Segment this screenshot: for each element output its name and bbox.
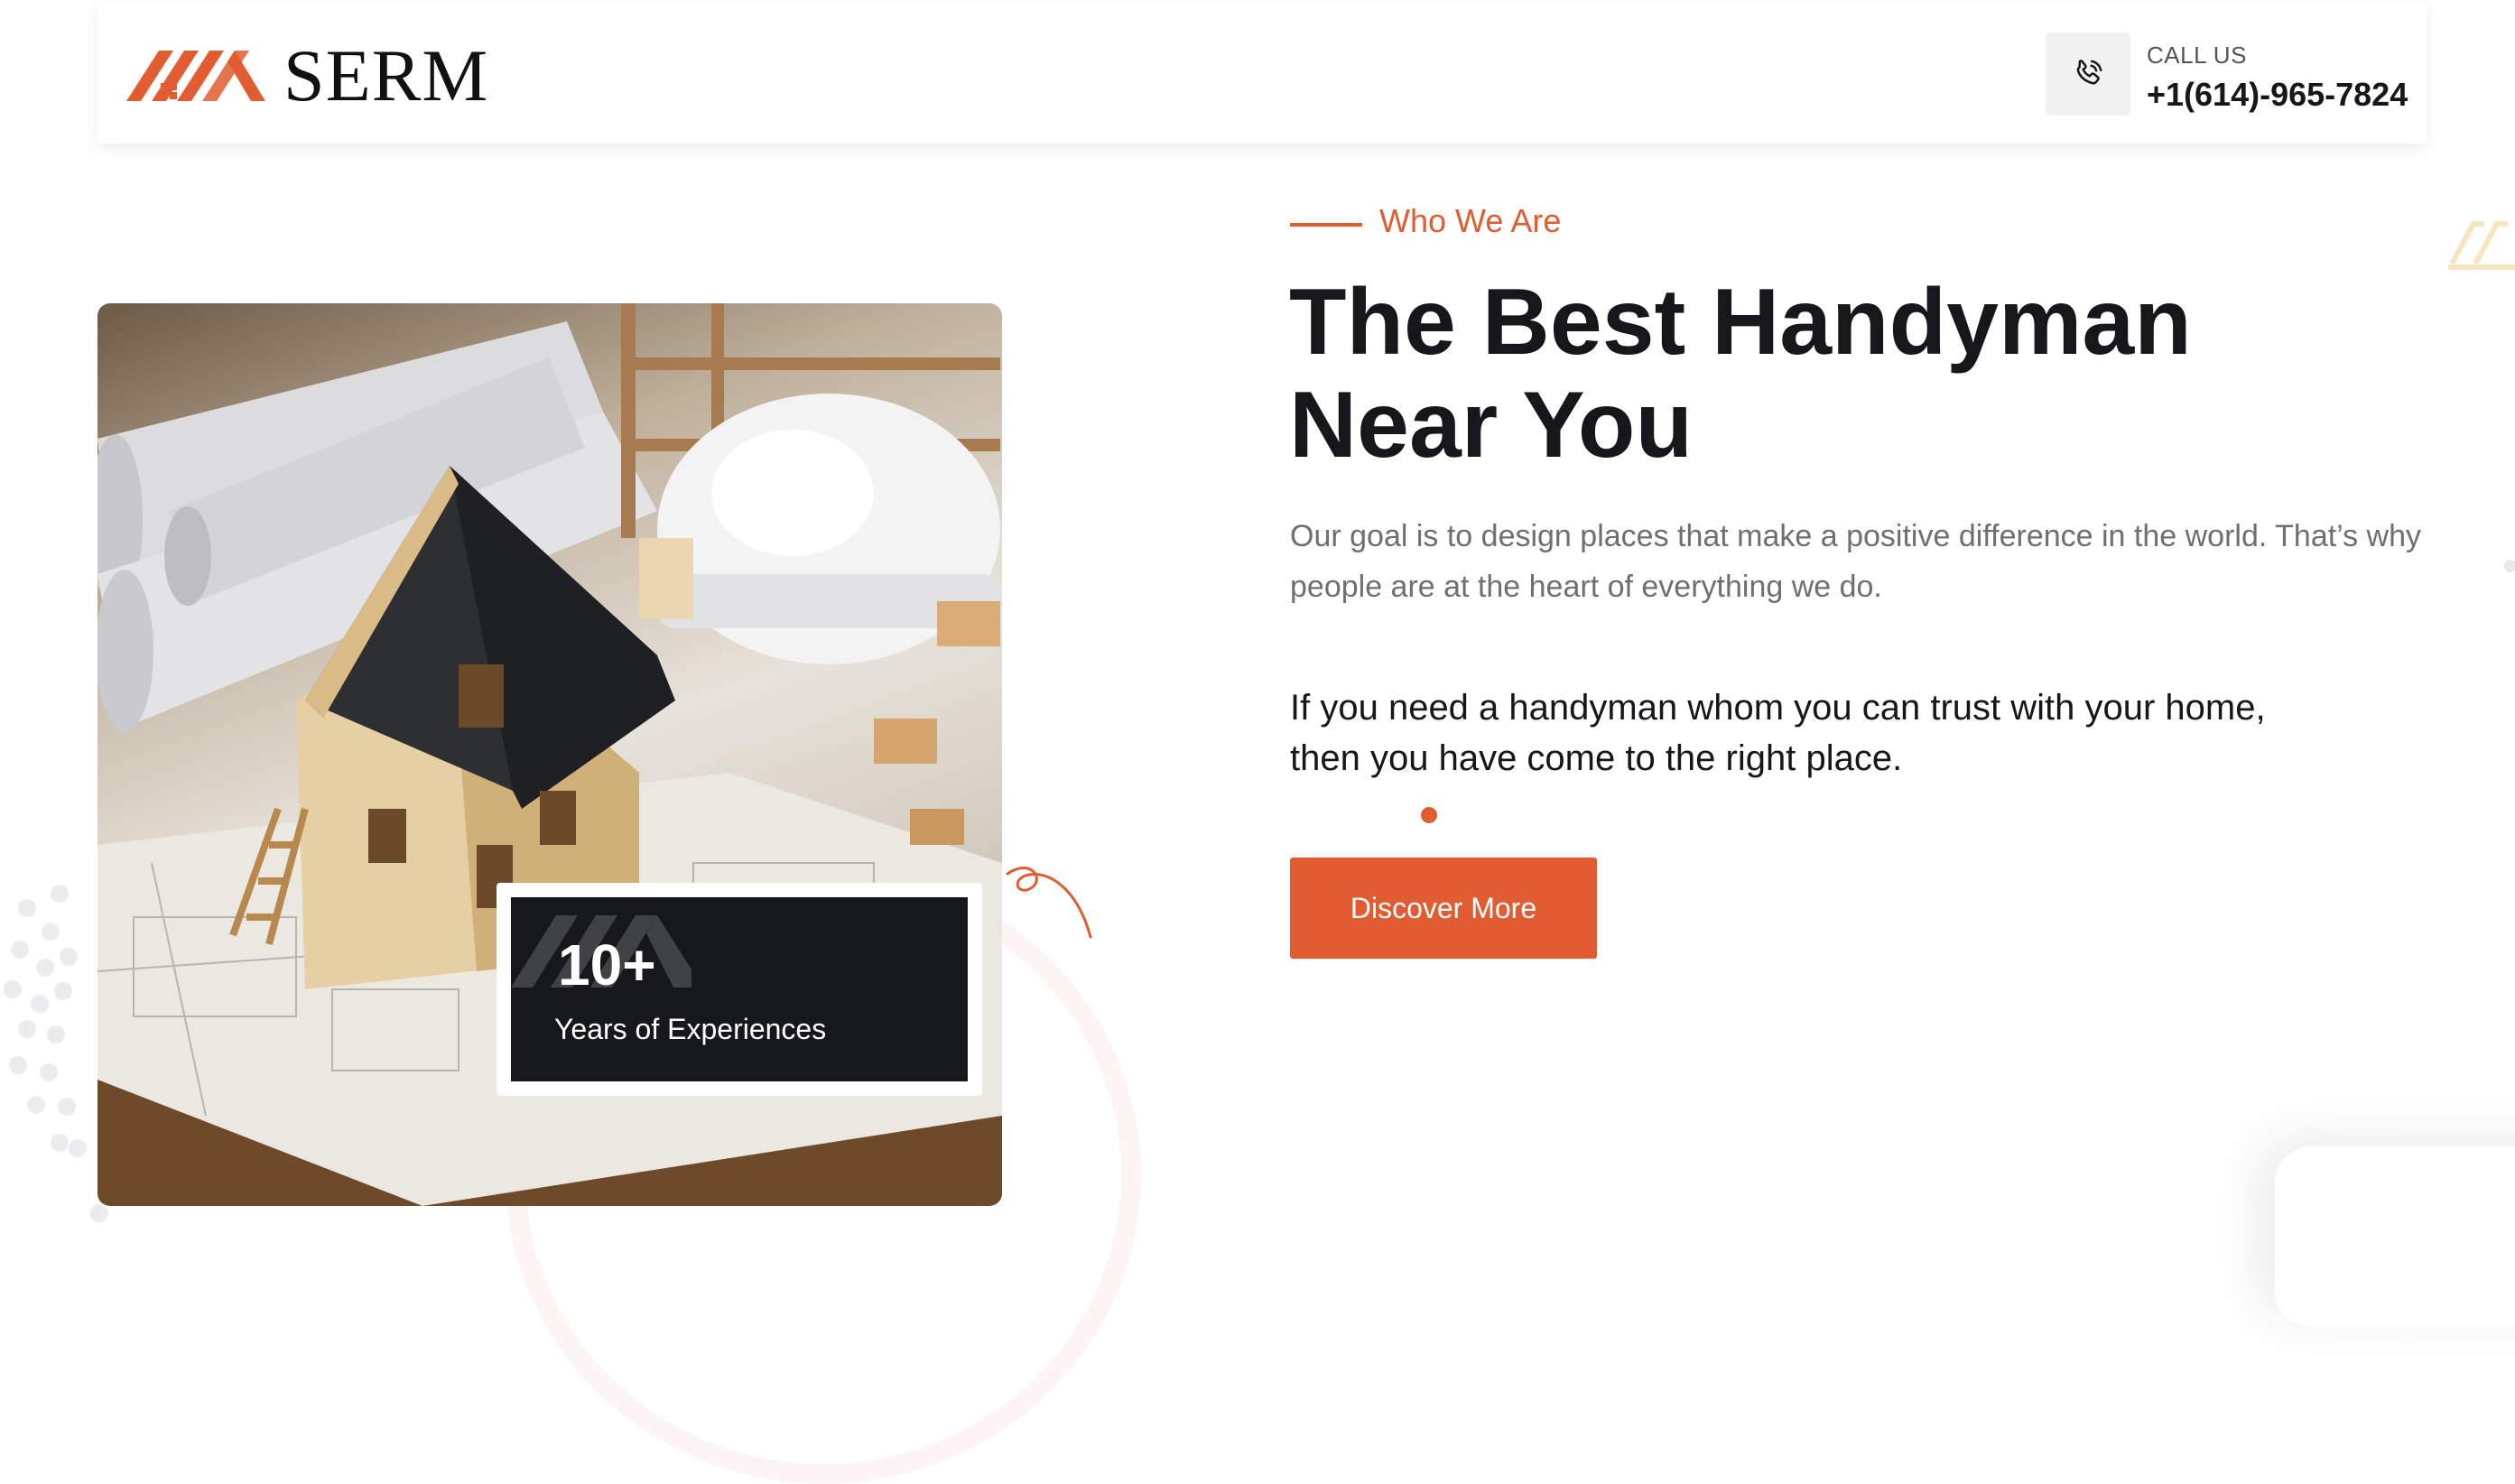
experience-label: Years of Experiences bbox=[554, 1013, 827, 1045]
accent-dot bbox=[1421, 807, 1437, 823]
logo-wordmark: SERM bbox=[283, 34, 489, 116]
experience-card-inner: 10+ Years of Experiences bbox=[511, 897, 968, 1081]
section-lead-text: If you need a handyman whom you can trus… bbox=[1290, 688, 2266, 778]
floating-widget-shadow bbox=[2275, 1146, 2515, 1327]
section-headline: The Best Handyman Near You bbox=[1289, 270, 2192, 478]
discover-more-button[interactable]: Discover More bbox=[1290, 858, 1597, 959]
phone-icon-button[interactable] bbox=[2046, 32, 2130, 116]
squiggle-decoration bbox=[1006, 867, 1092, 939]
site-logo[interactable]: SERM bbox=[126, 34, 489, 116]
roof-logo-icon bbox=[126, 51, 265, 101]
call-us-label: CALL US bbox=[2147, 42, 2247, 69]
section-eyebrow: Who We Are bbox=[1379, 202, 1562, 239]
site-header: SERM CALL US +1(614)-965-7824 bbox=[97, 4, 2427, 144]
experience-card: 10+ Years of Experiences bbox=[497, 883, 982, 1096]
roof-watermark-icon bbox=[511, 915, 691, 988]
phone-number-link[interactable]: +1(614)-965-7824 bbox=[2147, 76, 2408, 114]
edge-dot-decoration bbox=[2504, 560, 2515, 572]
phone-icon bbox=[2076, 60, 2102, 85]
section-description: Our goal is to design places that make a… bbox=[1290, 519, 2422, 604]
handyman-house-image: 10+ Years of Experiences bbox=[97, 303, 1002, 1206]
eyebrow-line bbox=[1290, 223, 1362, 227]
faint-roof-decoration-icon bbox=[2448, 221, 2515, 270]
